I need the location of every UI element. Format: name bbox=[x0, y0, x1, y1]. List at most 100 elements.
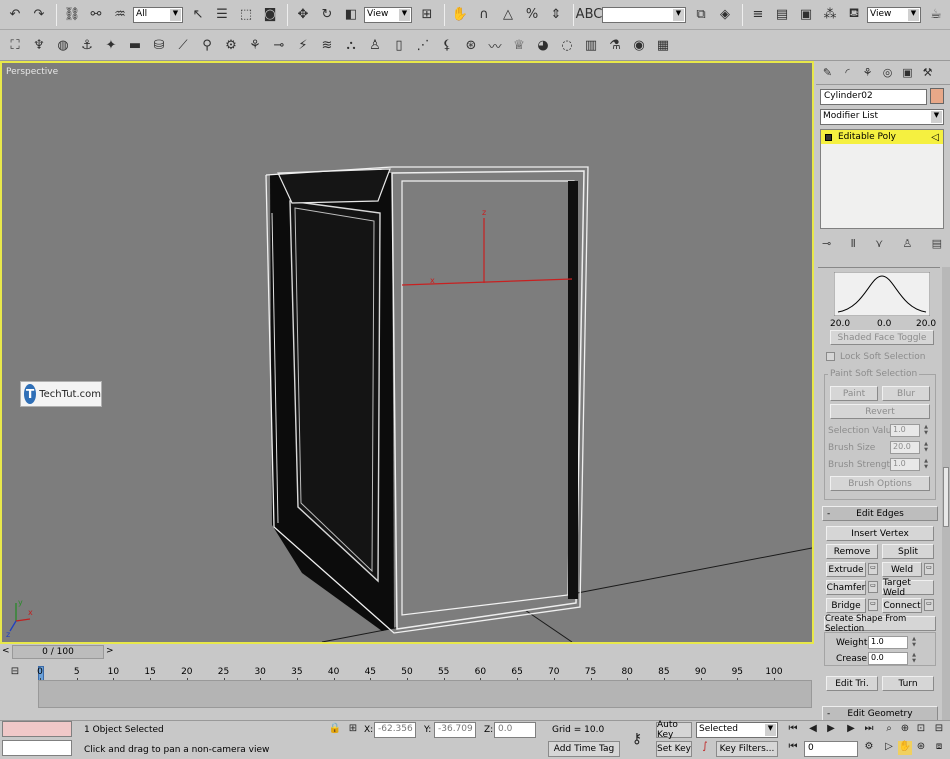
maximize-viewport-icon[interactable]: ⧈ bbox=[932, 741, 946, 755]
rectangular-selection-icon[interactable]: ⬚ bbox=[235, 4, 257, 26]
display-tab-icon[interactable]: ▣ bbox=[898, 63, 917, 82]
brush-options-button[interactable]: Brush Options bbox=[830, 476, 930, 491]
curve-editor-icon[interactable]: ▤ bbox=[771, 4, 793, 26]
prismatic-icon[interactable]: ⚸ bbox=[436, 34, 458, 56]
perspective-viewport[interactable]: Perspective z x y x z T TechTut.com bbox=[0, 61, 814, 644]
chamfer-settings-icon[interactable]: ▭ bbox=[868, 581, 878, 593]
time-configuration-icon[interactable]: ⚙ bbox=[862, 741, 876, 755]
paint-button[interactable]: Paint bbox=[830, 386, 878, 401]
undo-icon[interactable]: ↶ bbox=[4, 4, 26, 26]
toy-car-icon[interactable]: ⊸ bbox=[268, 34, 290, 56]
motor-icon[interactable]: ⚲ bbox=[196, 34, 218, 56]
pivot-center-icon[interactable]: ⊞ bbox=[416, 4, 438, 26]
spinner-arrows-icon[interactable]: ▲ ▼ bbox=[910, 636, 918, 649]
create-animation-icon[interactable]: ▦ bbox=[652, 34, 674, 56]
insert-vertex-button[interactable]: Insert Vertex bbox=[826, 526, 934, 541]
blur-button[interactable]: Blur bbox=[882, 386, 930, 401]
select-manipulate-icon[interactable]: ✋ bbox=[449, 4, 471, 26]
gear-icon[interactable]: ⚙ bbox=[220, 34, 242, 56]
dashpot-icon[interactable]: ⟋ bbox=[172, 34, 194, 56]
redo-icon[interactable]: ↷ bbox=[28, 4, 50, 26]
water-icon[interactable]: ≋ bbox=[316, 34, 338, 56]
create-shape-from-selection-button[interactable]: Create Shape From Selection bbox=[824, 614, 936, 634]
zoom-extents-icon[interactable]: ⊡ bbox=[914, 723, 928, 737]
edit-edges-rollout-header[interactable]: - Edit Edges bbox=[822, 506, 938, 521]
connect-settings-icon[interactable]: ▭ bbox=[924, 599, 934, 611]
time-prev-button[interactable]: < bbox=[2, 646, 10, 656]
constraint-solver-icon[interactable]: ⛬ bbox=[340, 34, 362, 56]
crease-spinner[interactable]: 0.0 bbox=[868, 652, 908, 665]
rope-collection-icon[interactable]: ⚓ bbox=[76, 34, 98, 56]
rotate-icon[interactable]: ↻ bbox=[316, 4, 338, 26]
open-property-editor-icon[interactable]: ▥ bbox=[580, 34, 602, 56]
motion-tab-icon[interactable]: ◎ bbox=[878, 63, 897, 82]
weight-spinner[interactable]: 1.0 bbox=[868, 636, 908, 649]
modifier-list-dropdown[interactable]: Modifier List bbox=[820, 109, 944, 125]
split-button[interactable]: Split bbox=[882, 544, 934, 559]
material-editor-icon[interactable]: ⁂ bbox=[819, 4, 841, 26]
window-crossing-icon[interactable]: ◙ bbox=[259, 4, 281, 26]
quick-render-icon[interactable]: ☕ bbox=[925, 4, 947, 26]
spinner-arrows-icon[interactable]: ▲ ▼ bbox=[922, 458, 930, 471]
edit-tri-button[interactable]: Edit Tri. bbox=[826, 676, 878, 691]
remove-modifier-icon[interactable]: ♙ bbox=[902, 237, 912, 253]
schematic-view-icon[interactable]: ▣ bbox=[795, 4, 817, 26]
stack-toggle-icon[interactable] bbox=[825, 133, 832, 141]
hinge-icon[interactable]: ▯ bbox=[388, 34, 410, 56]
shaded-face-toggle-button[interactable]: Shaded Face Toggle bbox=[830, 330, 934, 345]
selection-filter-dropdown[interactable]: All bbox=[133, 6, 183, 23]
mirror-icon[interactable]: ⧉ bbox=[690, 4, 712, 26]
y-coordinate-field[interactable]: -36.709 bbox=[434, 722, 476, 738]
edit-geometry-rollout-header[interactable]: - Edit Geometry bbox=[822, 706, 938, 721]
set-key-button[interactable]: Set Key bbox=[656, 741, 692, 757]
zoom-all-icon[interactable]: ⊕ bbox=[898, 723, 912, 737]
chamfer-button[interactable]: Chamfer bbox=[826, 580, 866, 595]
wind-icon[interactable]: ⚘ bbox=[244, 34, 266, 56]
bridge-button[interactable]: Bridge bbox=[826, 598, 866, 613]
key-icon[interactable]: ⚷ bbox=[628, 731, 646, 747]
weld-button[interactable]: Weld bbox=[882, 562, 922, 577]
revert-button[interactable]: Revert bbox=[830, 404, 930, 419]
layer-manager-icon[interactable]: ≡ bbox=[747, 4, 769, 26]
default-tangent-icon[interactable]: ∫ bbox=[698, 741, 712, 755]
soft-body-icon[interactable]: ◍ bbox=[52, 34, 74, 56]
absolute-mode-icon[interactable]: ⊞ bbox=[346, 723, 360, 737]
rope-modifier-icon[interactable]: ◌ bbox=[556, 34, 578, 56]
select-and-link-icon[interactable]: ⛓ bbox=[61, 4, 83, 26]
spring-icon[interactable]: ⛁ bbox=[148, 34, 170, 56]
selection-value-spinner[interactable]: 1.0 bbox=[890, 424, 920, 437]
bridge-settings-icon[interactable]: ▭ bbox=[868, 599, 878, 611]
fracture-icon[interactable]: ⚡ bbox=[292, 34, 314, 56]
modify-tab-icon[interactable]: ◜ bbox=[838, 63, 857, 82]
time-slider[interactable]: 0 / 100 bbox=[12, 645, 104, 659]
key-mode-dropdown[interactable]: Selected bbox=[696, 722, 778, 738]
snap-toggle-icon[interactable]: ∩ bbox=[473, 4, 495, 26]
point-to-point-icon[interactable]: ⋰ bbox=[412, 34, 434, 56]
pan-view-icon[interactable]: ✋ bbox=[898, 741, 912, 755]
cloth-modifier-icon[interactable]: ♕ bbox=[508, 34, 530, 56]
selection-lock-icon[interactable]: 🔒 bbox=[328, 723, 342, 737]
track-bar-keys-area[interactable] bbox=[38, 680, 812, 708]
select-by-name-icon[interactable]: ☰ bbox=[211, 4, 233, 26]
render-view-dropdown[interactable]: View bbox=[867, 6, 921, 23]
play-icon[interactable]: ▶ bbox=[824, 723, 838, 737]
add-time-tag-button[interactable]: Add Time Tag bbox=[548, 741, 620, 757]
car-wheel-icon[interactable]: ⊛ bbox=[460, 34, 482, 56]
brush-strength-spinner[interactable]: 1.0 bbox=[890, 458, 920, 471]
deforming-mesh-icon[interactable]: ✦ bbox=[100, 34, 122, 56]
track-bar[interactable]: ⊟ 0 5 10 15 20 25 30 35 40 45 50 55 60 65 70 75 80 85 90 95… bbox=[0, 660, 815, 710]
object-color-swatch[interactable] bbox=[930, 88, 944, 104]
extrude-settings-icon[interactable]: ▭ bbox=[868, 563, 878, 575]
configure-modifier-sets-icon[interactable]: ▤ bbox=[932, 237, 942, 253]
move-icon[interactable]: ✥ bbox=[292, 4, 314, 26]
analyze-world-icon[interactable]: ⚗ bbox=[604, 34, 626, 56]
plane-icon[interactable]: ▬ bbox=[124, 34, 146, 56]
lock-soft-selection-checkbox[interactable] bbox=[826, 352, 835, 361]
point-to-path-icon[interactable]: 〰 bbox=[484, 34, 506, 56]
ragdoll-icon[interactable]: ♙ bbox=[364, 34, 386, 56]
x-coordinate-field[interactable]: -62.356 bbox=[374, 722, 416, 738]
select-object-icon[interactable]: ↖ bbox=[187, 4, 209, 26]
object-name-field[interactable]: Cylinder02 bbox=[820, 89, 927, 105]
weld-settings-icon[interactable]: ▭ bbox=[924, 563, 934, 575]
unlink-selection-icon[interactable]: ⚯ bbox=[85, 4, 107, 26]
